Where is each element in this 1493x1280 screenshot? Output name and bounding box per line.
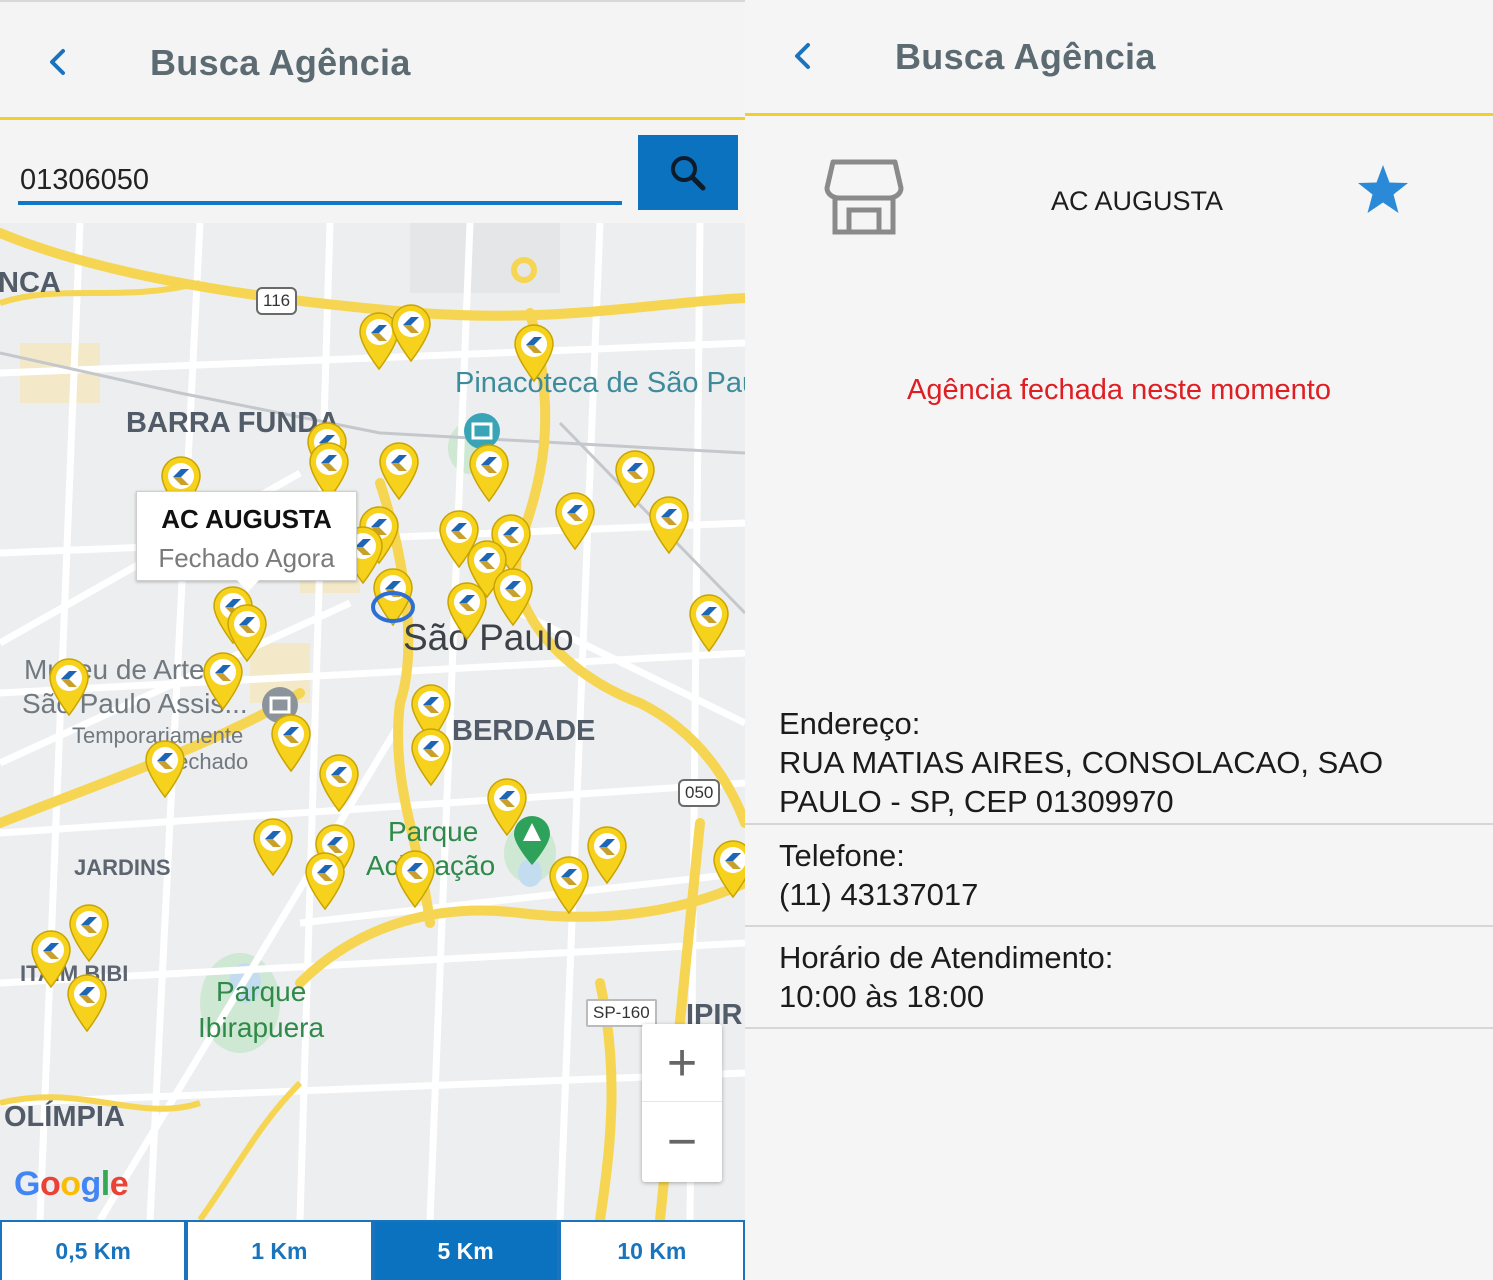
page-title: Busca Agência xyxy=(895,36,1156,77)
agency-pin-icon[interactable] xyxy=(586,825,628,885)
agency-pin-icon[interactable] xyxy=(144,739,186,799)
agency-detail-screen: Busca Agência AC AUGUSTA Agência fechada… xyxy=(745,0,1493,1280)
agency-pin-icon[interactable] xyxy=(492,567,534,627)
back-button[interactable] xyxy=(38,42,78,82)
agency-pin-icon[interactable] xyxy=(712,839,745,899)
agency-pin-icon[interactable] xyxy=(66,973,108,1033)
agency-pin-icon[interactable] xyxy=(688,593,730,653)
chevron-left-icon xyxy=(50,49,65,75)
agency-pin-icon[interactable] xyxy=(304,851,346,911)
store-icon xyxy=(824,159,904,235)
map-label-parque-ibirapuera-1: Parque xyxy=(216,976,307,1007)
agency-pin-icon[interactable] xyxy=(486,777,528,837)
map-view[interactable]: NCA BARRA FUNDA Pinacoteca de São Pau Sã… xyxy=(0,223,745,1220)
location-marker-icon xyxy=(371,591,415,623)
app-header: Busca Agência xyxy=(0,2,745,120)
radius-tabs: 0,5 Km 1 Km 5 Km 10 Km xyxy=(0,1220,745,1280)
road-shield: SP-160 xyxy=(586,999,657,1027)
tab-radius-10km[interactable]: 10 Km xyxy=(558,1220,745,1280)
agency-closed-message: Agência fechada neste momento xyxy=(907,374,1331,406)
info-window-status: Fechado Agora xyxy=(158,543,335,573)
agency-pin-icon[interactable] xyxy=(554,491,596,551)
agency-pin-icon[interactable] xyxy=(390,303,432,363)
agency-pin-icon[interactable] xyxy=(394,849,436,909)
back-button[interactable] xyxy=(783,36,823,76)
cep-search-input[interactable] xyxy=(18,159,622,205)
agency-name: AC AUGUSTA xyxy=(1051,186,1224,216)
road-shield: 116 xyxy=(256,287,298,315)
hours-label: Horário de Atendimento: xyxy=(779,940,1114,975)
agency-pin-icon[interactable] xyxy=(513,323,555,383)
address-line-2: PAULO - SP, CEP 01309970 xyxy=(779,784,1174,819)
map-label-parque-aclimacao-1: Parque xyxy=(388,816,479,847)
address-section: Endereço: RUA MATIAS AIRES, CONSOLACAO, … xyxy=(745,704,1493,825)
info-window-title: AC AUGUSTA xyxy=(161,504,332,534)
zoom-in-button[interactable]: + xyxy=(642,1024,722,1102)
agency-pin-icon[interactable] xyxy=(68,903,110,963)
chevron-left-icon xyxy=(795,43,810,69)
hours-value: 10:00 às 18:00 xyxy=(779,979,985,1014)
page-title: Busca Agência xyxy=(150,42,411,83)
app-header: Busca Agência xyxy=(745,0,1493,116)
road-shield: 050 xyxy=(678,779,721,807)
map-label-district: NCA xyxy=(0,267,61,299)
map-label-olimpia: OLÍMPIA xyxy=(4,1101,125,1133)
info-window-tail xyxy=(237,580,259,592)
map-search-screen: Busca Agência 01306050 NCA BARRA FUNDA P… xyxy=(0,0,745,1280)
agency-pin-icon[interactable] xyxy=(252,817,294,877)
zoom-controls: + − xyxy=(642,1024,722,1182)
map-label-pinacoteca: Pinacoteca de São Pau xyxy=(455,367,745,399)
agency-pin-icon[interactable] xyxy=(648,495,690,555)
google-logo: Google xyxy=(14,1165,129,1203)
phone-section: Telefone: (11) 43137017 xyxy=(745,836,1493,927)
phone-value[interactable]: (11) 43137017 xyxy=(779,875,1493,914)
map-label-sao-paulo: São Paulo xyxy=(403,617,574,658)
agency-pin-icon[interactable] xyxy=(202,651,244,711)
star-icon[interactable] xyxy=(1355,162,1411,218)
agency-info-window[interactable]: AC AUGUSTA Fechado Agora xyxy=(136,491,357,592)
map-label-jardins: JARDINS xyxy=(74,855,171,880)
agency-pin-icon[interactable] xyxy=(468,443,510,503)
agency-pin-icon[interactable] xyxy=(378,441,420,501)
map-label-parque-ibirapuera-2: Ibirapuera xyxy=(198,1012,325,1043)
zoom-out-button[interactable]: − xyxy=(642,1103,722,1181)
tab-radius-5km[interactable]: 5 Km xyxy=(372,1220,559,1280)
address-label: Endereço: xyxy=(779,706,921,741)
agency-pin-icon[interactable] xyxy=(548,855,590,915)
tab-radius-1km[interactable]: 1 Km xyxy=(186,1220,373,1280)
agency-pin-icon[interactable] xyxy=(410,727,452,787)
search-button[interactable] xyxy=(638,135,738,210)
agency-pin-icon[interactable] xyxy=(446,581,488,641)
agency-pin-icon[interactable] xyxy=(318,753,360,813)
agency-pin-icon[interactable] xyxy=(48,657,90,717)
search-icon xyxy=(671,155,706,190)
tab-radius-0-5km[interactable]: 0,5 Km xyxy=(0,1220,187,1280)
map-label-liberdade: BERDADE xyxy=(452,715,596,747)
phone-label: Telefone: xyxy=(779,838,905,873)
address-line-1: RUA MATIAS AIRES, CONSOLACAO, SAO xyxy=(779,745,1384,780)
search-bar xyxy=(0,123,745,223)
hours-section: Horário de Atendimento: 10:00 às 18:00 xyxy=(745,938,1493,1029)
agency-pin-icon[interactable] xyxy=(270,713,312,773)
